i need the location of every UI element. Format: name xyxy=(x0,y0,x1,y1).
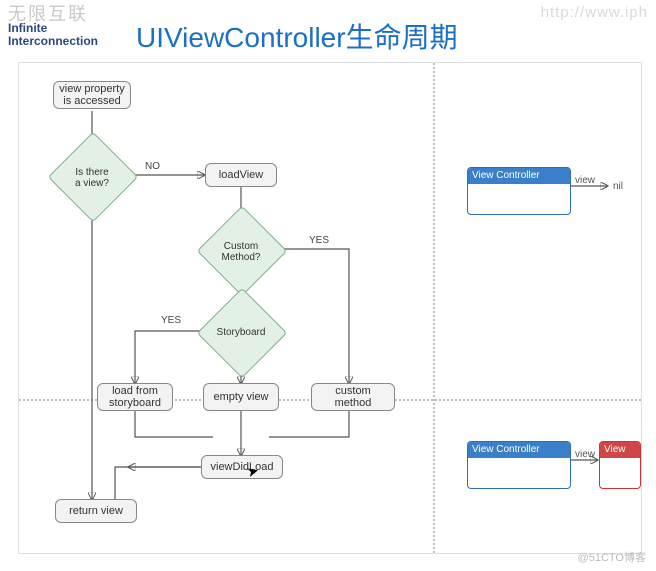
node-empty-view: empty view xyxy=(203,383,279,411)
node-load-from-storyboard: load from storyboard xyxy=(97,383,173,411)
card-header: View xyxy=(600,442,640,458)
node-view-property-accessed: view property is accessed xyxy=(53,81,131,109)
node-loadview: loadView xyxy=(205,163,277,187)
edge-label-yes-2: YES xyxy=(161,315,181,326)
label-view-bottom: view xyxy=(575,449,595,460)
node-viewdidload: viewDidLoad xyxy=(201,455,283,479)
card-view-controller-bottom: View Controller xyxy=(467,441,571,489)
label-nil: nil xyxy=(613,181,623,192)
node-return-view: return view xyxy=(55,499,137,523)
watermark: @51CTO博客 xyxy=(578,549,646,565)
edge-label-no: NO xyxy=(145,161,160,172)
vertical-divider xyxy=(433,63,435,553)
card-header: View Controller xyxy=(468,168,570,184)
node-custom-method: custom method xyxy=(311,383,395,411)
logo-subtitle: InfiniteInterconnection xyxy=(8,22,98,48)
decision-storyboard xyxy=(197,288,288,379)
decision-custom-method xyxy=(197,206,288,297)
card-header: View Controller xyxy=(468,442,570,458)
edge-label-yes-1: YES xyxy=(309,235,329,246)
card-view-object: View xyxy=(599,441,641,489)
url-watermark: http://www.iph xyxy=(541,4,648,21)
label-view-top: view xyxy=(575,175,595,186)
page-title: UIViewController生命周期 xyxy=(136,16,458,56)
card-view-controller-top: View Controller xyxy=(467,167,571,215)
diagram-panel: view property is accessed Is there a vie… xyxy=(18,62,642,554)
decision-is-there-a-view xyxy=(48,132,139,223)
